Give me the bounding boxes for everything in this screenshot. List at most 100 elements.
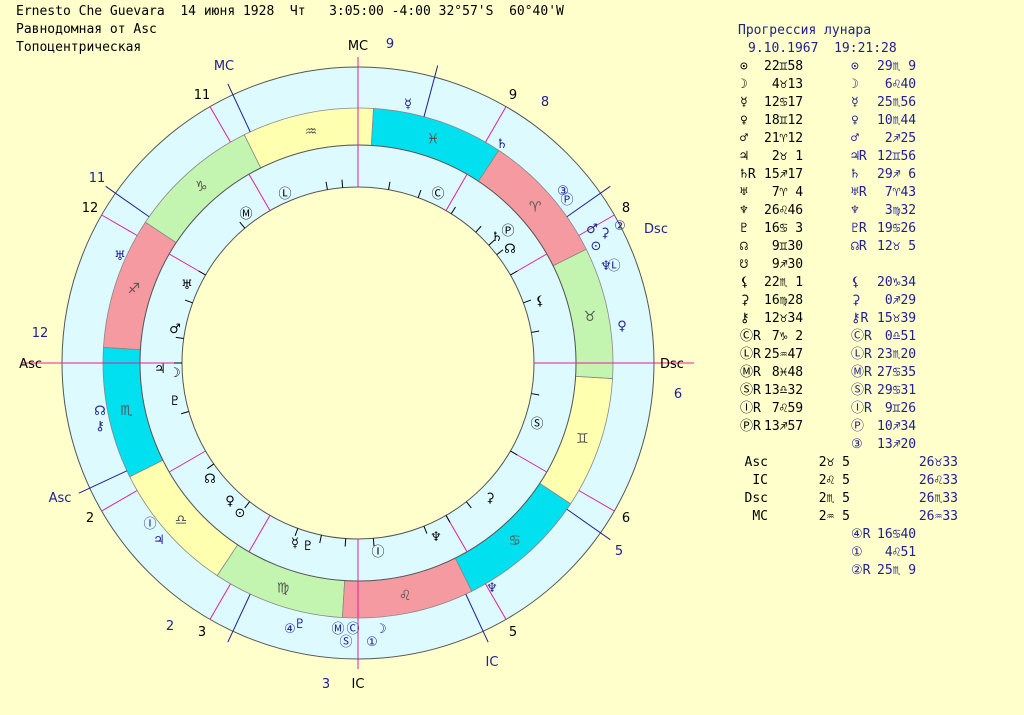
natal-position-value: 8♓48 [764,365,804,380]
progressed-position-value: 29♐ 6 [877,167,917,182]
progressed-house-number: 3 [322,677,330,692]
natal-position-glyph: ⒾR [740,401,761,416]
natal-position-row: ⒸR 7♑ 2 [740,328,803,346]
progressed-position-row: ♆ 3♍32 [851,202,916,220]
progressed-position-row: ⚸ 20♑34 [851,274,916,292]
progressed-position-row: ☊R 12♉ 5 [851,238,916,256]
natal-position-row: ☽ 4♉13 [740,76,803,94]
progressed-position-value: 20♑34 [877,275,917,290]
natal-position-value: 7♈ 4 [764,185,804,200]
extra-point-row: ④R 16♋40 [851,526,916,544]
zodiac-sign-glyph: ♑ [195,179,208,195]
progressed-position-value: 2♐25 [877,131,917,146]
natal-position-value: 12♋17 [764,95,804,110]
progressed-position-glyph: ⒸR [851,329,872,344]
progressed-position-value: 0♎51 [877,329,917,344]
natal-position-value: 22♊58 [764,59,804,74]
progressed-position-value: 3♍32 [877,203,917,218]
progressed-house-number: 8 [541,95,549,110]
natal-house-number: 2 [86,511,94,526]
natal-position-glyph: ♂ [740,131,748,146]
progressed-house-number: 5 [615,544,623,559]
natal-house-number: 9 [509,88,517,103]
natal-position-row: ♂ 21♈12 [740,130,803,148]
progressed-position-glyph: ⓁR [851,347,872,362]
natal-position-glyph: ⓈR [740,383,761,398]
zodiac-sign-glyph: ♎ [175,513,188,529]
progressed-planet-glyph: ⚳ [600,226,610,241]
progressed-position-value: 19♋26 [877,221,917,236]
natal-house-number: 5 [509,625,517,640]
progressed-position-row: ♀ 10♏44 [851,112,916,130]
progressed-asc-label: Asc [49,491,72,506]
extra-point-glyph: ②R [851,563,871,578]
natal-position-row: ⚷ 12♉34 [740,310,803,328]
progressed-position-value: 29♏ 9 [877,59,917,74]
progressed-position-glyph: ♃R [851,149,867,164]
natal-position-glyph: ⚷ [740,311,750,326]
progressed-position-row: ⓈR 29♋31 [851,382,916,400]
natal-position-row: ⓅR 13♐57 [740,418,803,436]
natal-position-row: ♇ 16♋ 3 [740,220,803,238]
angle-natal-value: 2♏ 5 [818,491,850,506]
progressed-house-number: 2 [166,619,174,634]
natal-position-glyph: ☿ [740,95,748,110]
natal-planet-glyph: ♆ [430,530,442,545]
progressed-planet-glyph: ☽ [375,622,387,637]
inner-circle [181,186,535,540]
progressed-position-value: 10♐34 [877,419,917,434]
progressed-position-row: ♂ 2♐25 [851,130,916,148]
natal-position-glyph: ⚸ [740,275,750,290]
angle-progressed-value: 26♏33 [918,491,958,506]
natal-position-value: 7♑ 2 [764,329,804,344]
natal-planet-glyph: ♅ [181,278,193,293]
natal-position-value: 12♉34 [764,311,804,326]
progressed-planet-glyph: ♄ [496,137,508,152]
progressed-position-value: 23♏20 [877,347,917,362]
natal-planet-glyph: ♇ [169,394,181,409]
progressed-planet-glyph: Ⓟ [560,193,573,208]
progressed-position-row: ♅R 7♈43 [851,184,916,202]
natal-planet-glyph: Ⓒ [431,187,444,202]
natal-planet-glyph: Ⓛ [278,187,291,202]
progressed-position-glyph: Ⓟ [851,419,865,434]
progressed-position-glyph: ⚸ [851,275,861,290]
angle-row: MC 2♒ 5 26♒33 [716,508,958,526]
natal-position-value: 26♌46 [764,203,804,218]
progressed-position-glyph: ♇R [851,221,867,236]
natal-position-glyph: ⊙ [740,59,748,74]
progressed-position-value: 27♋35 [877,365,917,380]
natal-position-row: ♄R 15♐17 [740,166,803,184]
progression-date: 9.10.1967 19:21:28 [748,41,897,56]
natal-planet-glyph: ⚸ [535,294,545,309]
progressed-position-value: 25♏56 [877,95,917,110]
natal-planet-glyph: Ⓘ [371,545,384,560]
zodiac-sign-glyph: ♉ [583,309,596,325]
astrology-wheel[interactable]: ♒ ♑ ♐ ♏ ♎ ♍ ♌ ♋ ♊ ♉ ♈ ♓ MC IC Asc Dsc MC IC Asc Dsc 12 11 2 3 5 6… [0,0,700,715]
progressed-position-row: ③ 13♐20 [851,436,916,454]
asc-label: Asc [19,357,42,372]
natal-planet-glyph: ⊙ [235,506,246,521]
zodiac-sign-glyph: ♍ [277,580,290,596]
natal-position-row: ♅ 7♈ 4 [740,184,803,202]
natal-planet-glyph: ☊ [204,472,216,487]
progressed-planet-glyph: ② [614,219,626,234]
progressed-position-value: 10♏44 [877,113,917,128]
progressed-planet-glyph: ☿ [404,97,412,112]
progressed-planet-glyph: ⚷ [95,419,105,434]
angle-row: Dsc 2♏ 5 26♏33 [716,490,958,508]
zodiac-sign-glyph: ♒ [305,124,318,140]
natal-planet-glyph: ☽ [169,366,181,381]
zodiac-sign-glyph: ♓ [427,132,440,148]
zodiac-sign-glyph: ♈ [529,199,542,215]
natal-house-number: 11 [194,88,211,103]
progressed-position-row: ♇R 19♋26 [851,220,916,238]
progressed-position-row: ⓂR 27♋35 [851,364,916,382]
progressed-position-glyph: ♆ [851,203,859,218]
progressed-position-glyph: ♂ [851,131,859,146]
natal-planet-glyph: ♀ [225,494,235,509]
progressed-planet-glyph: ♆ [486,581,498,596]
progressed-position-glyph: ⚳ [851,293,861,308]
natal-planet-glyph: Ⓢ [530,417,543,432]
natal-position-row: ♀ 18♊12 [740,112,803,130]
